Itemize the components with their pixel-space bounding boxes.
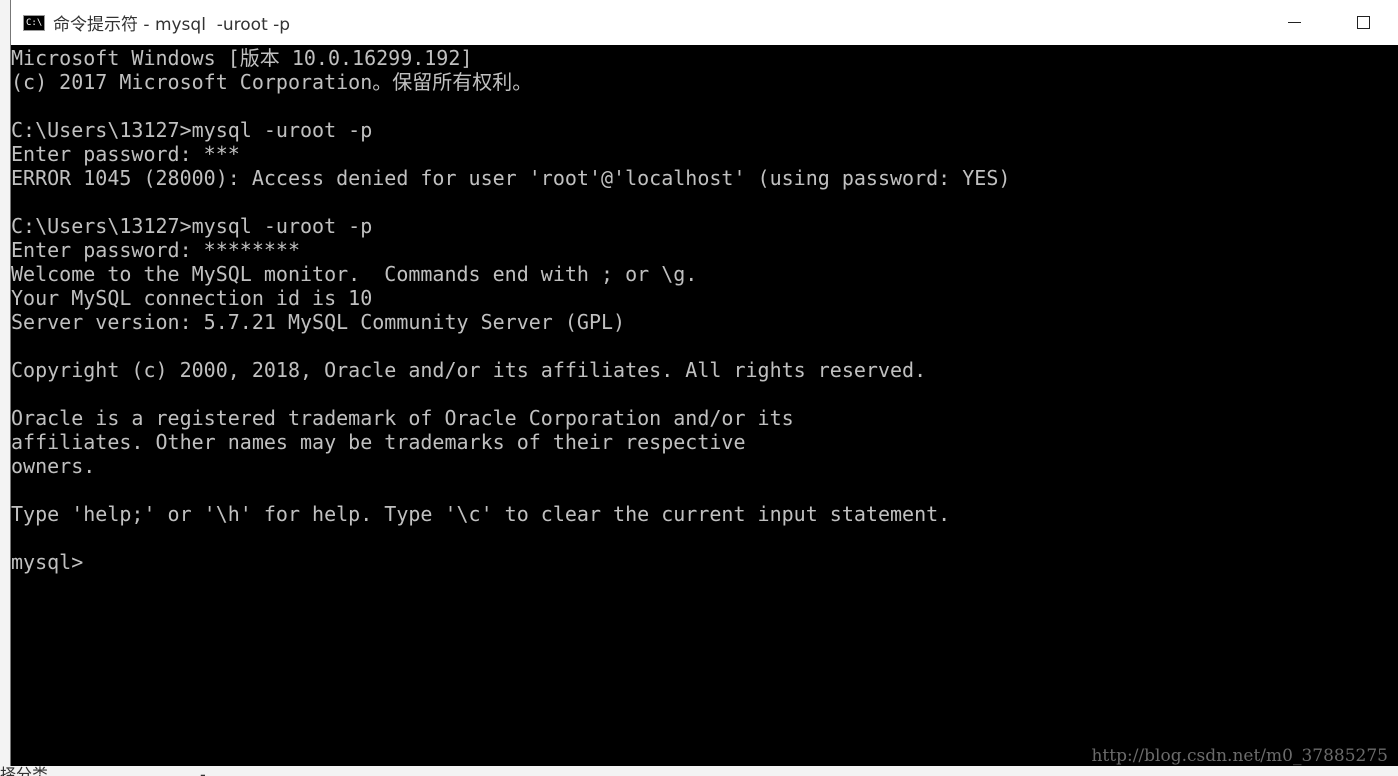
console-line: Your MySQL connection id is 10 — [11, 286, 373, 310]
command-prompt-window[interactable]: C:\ 命令提示符 - mysql -uroot -p Microsoft Wi… — [10, 0, 1398, 766]
console-line: C:\Users\13127>mysql -uroot -p — [11, 118, 373, 142]
console-line: Type 'help;' or '\h' for help. Type '\c'… — [11, 502, 951, 526]
minimize-icon — [1288, 22, 1301, 23]
window-title: 命令提示符 - mysql -uroot -p — [53, 15, 291, 35]
console-line: mysql> — [11, 550, 84, 574]
console-line: C:\Users\13127>mysql -uroot -p — [11, 214, 373, 238]
title-bar[interactable]: C:\ 命令提示符 - mysql -uroot -p — [11, 0, 1398, 45]
console-output[interactable]: Microsoft Windows [版本 10.0.16299.192] (c)… — [11, 45, 1398, 766]
background-category-label: 择分类 — [0, 765, 49, 776]
console-text: Microsoft Windows [版本 10.0.16299.192] (c)… — [11, 46, 1010, 574]
minimize-button[interactable] — [1260, 0, 1329, 45]
window-controls — [1260, 0, 1398, 45]
console-line: ERROR 1045 (28000): Access denied for us… — [11, 166, 1011, 190]
console-line: owners. — [11, 454, 96, 478]
maximize-icon — [1357, 16, 1370, 29]
console-line: (c) 2017 Microsoft Corporation。保留所有权利。 — [11, 70, 533, 94]
console-line: Enter password: ******** — [11, 238, 300, 262]
console-line: Microsoft Windows [版本 10.0.16299.192] — [11, 46, 473, 70]
console-line: Server version: 5.7.21 MySQL Community S… — [11, 310, 626, 334]
console-line: affiliates. Other names may be trademark… — [11, 430, 746, 454]
console-line: Welcome to the MySQL monitor. Commands e… — [11, 262, 698, 286]
console-line: Oracle is a registered trademark of Orac… — [11, 406, 794, 430]
cmd-icon: C:\ — [23, 14, 45, 31]
maximize-button[interactable] — [1329, 0, 1398, 45]
watermark: http://blog.csdn.net/m0_37885275 — [1091, 746, 1388, 766]
console-line: Enter password: *** — [11, 142, 240, 166]
console-line: Copyright (c) 2000, 2018, Oracle and/or … — [11, 358, 927, 382]
